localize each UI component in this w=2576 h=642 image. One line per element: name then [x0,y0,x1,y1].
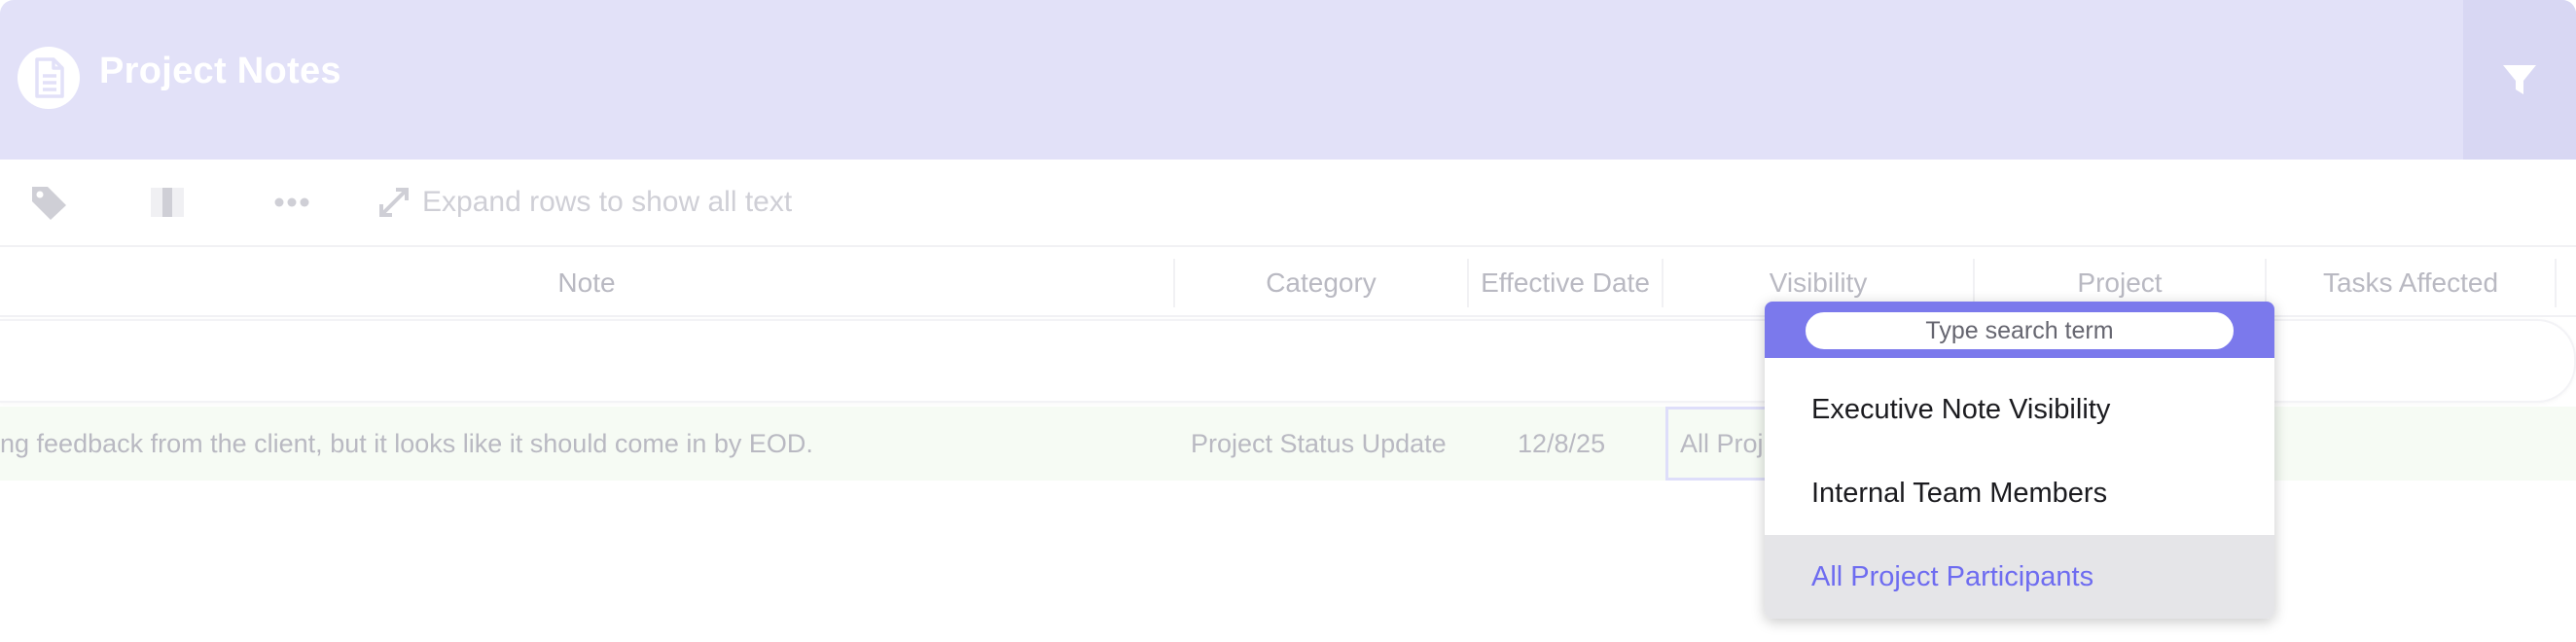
column-header-project[interactable]: Project [1975,259,2267,307]
option-all-project-participants[interactable]: All Project Participants [1765,535,2274,619]
column-header-category[interactable]: Category [1175,259,1469,307]
document-icon [18,47,80,109]
filter-button[interactable] [2463,0,2576,160]
note-cell[interactable]: ng feedback from the client, but it look… [0,407,1167,481]
toolbar: Expand rows to show all text [0,160,2576,245]
tag-icon [32,187,66,220]
columns-button[interactable] [150,183,185,222]
page-title: Project Notes [99,51,341,91]
dropdown-search-bar [1765,302,2274,358]
more-button[interactable] [274,183,309,222]
column-header-effective-date[interactable]: Effective Date [1469,259,1664,307]
expand-rows-button[interactable]: Expand rows to show all text [377,183,792,222]
column-header-note[interactable]: Note [0,259,1175,307]
expand-rows-label: Expand rows to show all text [422,186,793,218]
option-executive-note-visibility[interactable]: Executive Note Visibility [1765,368,2274,451]
more-icon [274,197,309,207]
visibility-dropdown: Executive Note Visibility Internal Team … [1765,302,2274,619]
filter-icon [2503,65,2536,94]
option-internal-team-members[interactable]: Internal Team Members [1765,451,2274,535]
column-header-tasks-affected[interactable]: Tasks Affected [2267,259,2557,307]
expand-icon [379,188,409,217]
column-header-visibility[interactable]: Visibility [1664,259,1975,307]
category-cell[interactable]: Project Status Update [1191,407,1473,481]
dropdown-search-input[interactable] [1806,312,2234,349]
page-header: Project Notes [0,0,2576,160]
effective-date-cell[interactable]: 12/8/25 [1518,407,1664,481]
columns-icon [151,188,184,217]
tag-button[interactable] [29,183,70,222]
